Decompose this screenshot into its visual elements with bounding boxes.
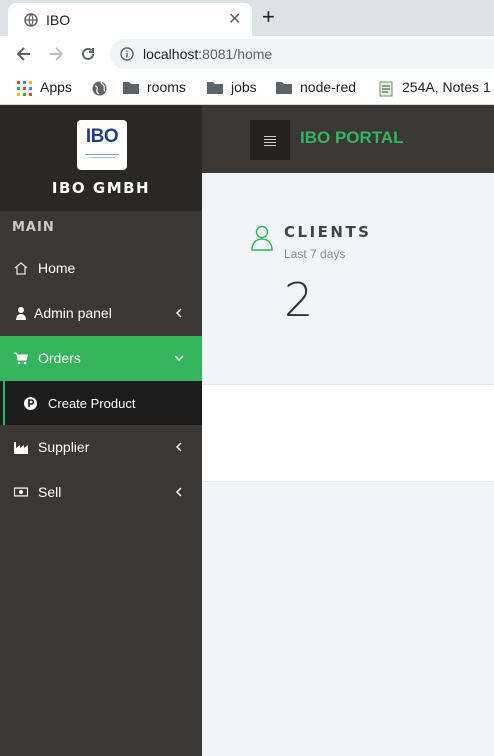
clients-stat-card: CLIENTS Last 7 days 2 [202,173,494,384]
cart-icon [14,352,28,365]
sidebar: IBO IBO GMBH MAIN Home Admin panel Order… [0,105,202,756]
sidebar-item-label: Admin panel [34,305,112,321]
back-icon[interactable] [14,44,34,64]
chevron-left-icon [175,308,182,318]
sidebar-item-admin-panel[interactable]: Admin panel [0,291,202,336]
section-label-main: MAIN [12,220,55,235]
bookmark-node-red[interactable]: node-red [300,79,356,95]
sidebar-item-label: Home [38,260,76,276]
stat-subtitle: Last 7 days [284,247,346,261]
factory-icon [14,442,28,454]
url-text: localhost:8081/home [143,46,272,62]
chevron-down-icon [174,355,184,362]
bookmark-jobs[interactable]: jobs [231,79,257,95]
hamburger-line [264,139,276,140]
chevron-left-icon [175,442,182,452]
sidebar-item-label: Orders [38,350,81,366]
sidebar-item-label: Supplier [38,439,90,455]
folder-icon [276,82,292,94]
forward-icon[interactable] [46,44,66,64]
product-icon [24,397,37,410]
url-host: localhost [143,46,199,62]
globe-icon [24,13,38,27]
client-user-icon [251,225,273,251]
chevron-left-icon [175,487,182,497]
divider [202,481,494,482]
folder-icon [207,82,223,94]
stat-title: CLIENTS [284,223,372,241]
hamburger-line [264,145,276,146]
url-path: :8081/home [198,46,273,62]
hamburger-line [264,142,276,143]
logo-text: IBO [85,126,119,147]
brand-header: IBO IBO GMBH [0,105,202,211]
logo-tagline-mark [85,154,119,158]
user-icon [16,307,26,320]
submenu-item-label: Create Product [48,396,136,411]
globe-icon[interactable] [92,81,107,96]
browser-toolbar: localhost:8081/home [0,36,494,72]
submenu-item-create-product[interactable]: Create Product [0,381,202,425]
sidebar-item-label: Sell [38,484,62,500]
browser-chrome: IBO ✕ + localhost:8081/home Apps rooms j… [0,0,494,105]
sidebar-item-orders[interactable]: Orders [0,336,202,381]
info-icon[interactable] [120,47,134,61]
money-icon [14,487,28,497]
apps-grid-icon[interactable] [17,81,32,96]
close-icon[interactable]: ✕ [228,9,241,29]
reload-icon[interactable] [78,44,98,64]
browser-tab[interactable]: IBO ✕ [8,3,252,36]
sidebar-item-supplier[interactable]: Supplier [0,425,202,470]
content-panel [202,385,494,481]
brand-name: IBO GMBH [51,179,151,197]
home-icon [14,262,28,275]
brand-logo[interactable]: IBO [77,120,127,170]
bookmarks-bar: Apps rooms jobs node-red 254A, Notes 1 [0,72,494,105]
address-bar[interactable]: localhost:8081/home [110,39,494,69]
new-tab-icon[interactable]: + [262,5,275,29]
portal-title: IBO PORTAL [300,128,404,147]
top-navbar: IBO PORTAL [202,105,494,173]
main-content: CLIENTS Last 7 days 2 [202,173,494,756]
tab-strip: IBO ✕ + [0,0,494,36]
sidebar-item-home[interactable]: Home [0,246,202,291]
folder-icon [123,82,139,94]
sidebar-item-sell[interactable]: Sell [0,470,202,515]
bookmark-apps[interactable]: Apps [40,79,72,95]
document-icon [379,81,393,97]
menu-toggle-button[interactable] [250,120,290,160]
submenu-active-indicator [3,381,5,425]
tab-title: IBO [46,12,71,28]
bookmark-notes[interactable]: 254A, Notes 1 [402,79,491,95]
hamburger-line [264,136,276,137]
stat-value: 2 [284,273,314,327]
bookmark-rooms[interactable]: rooms [147,79,186,95]
